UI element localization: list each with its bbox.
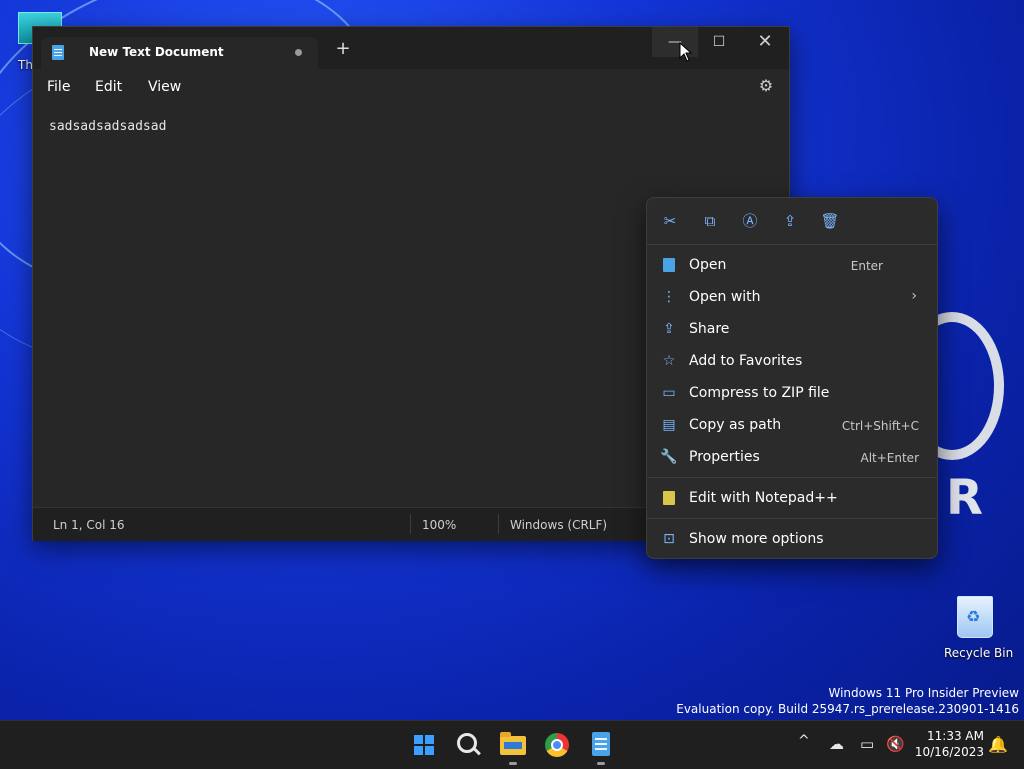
menu-item-label: Properties xyxy=(689,449,760,465)
open-with-icon: ⋮ xyxy=(662,289,676,305)
menu-item-shortcut: Ctrl+Shift+C xyxy=(841,419,919,433)
mouse-cursor-icon xyxy=(679,42,693,62)
new-tab-button[interactable]: + xyxy=(333,39,353,59)
settings-gear-icon[interactable]: ⚙ xyxy=(757,77,775,95)
star-icon: ☆ xyxy=(662,353,676,369)
delete-icon[interactable]: 🗑 xyxy=(819,210,841,232)
menu-item-label: Show more options xyxy=(689,531,824,547)
title-bar[interactable]: New Text Document + — ☐ ✕ xyxy=(33,27,789,69)
menu-item-label: Edit with Notepad++ xyxy=(689,490,838,506)
context-menu: ✂ ⧉ Ⓐ ⇪ 🗑 Open Enter ⋮ Open with › ⇪ Sha… xyxy=(646,197,938,559)
wrench-icon: 🔧 xyxy=(660,449,678,465)
wallpaper-logo-letter: R xyxy=(946,470,983,526)
menu-separator xyxy=(647,518,937,519)
notification-bell-icon[interactable]: 🔔 xyxy=(988,735,1008,754)
taskbar: ^ ☁ ▭ 🔇 11:33 AM 10/16/2023 🔔 xyxy=(0,720,1024,769)
menu-item-share[interactable]: ⇪ Share xyxy=(651,314,933,344)
file-explorer-button[interactable] xyxy=(497,729,529,765)
menu-edit[interactable]: Edit xyxy=(95,79,122,95)
tab-title: New Text Document xyxy=(89,45,224,59)
rename-icon[interactable]: Ⓐ xyxy=(739,210,761,232)
more-options-icon: ⊡ xyxy=(663,531,675,547)
status-divider xyxy=(410,514,411,534)
tray-chevron-icon[interactable]: ^ xyxy=(798,733,810,749)
start-button[interactable] xyxy=(408,729,440,761)
desktop-icon-label: Th xyxy=(18,58,33,72)
clock-time: 11:33 AM xyxy=(927,729,984,743)
recycle-bin[interactable]: ♻ Recycle Bin xyxy=(944,596,1014,660)
search-button[interactable] xyxy=(452,729,484,761)
notepad-taskbar-button[interactable] xyxy=(585,729,617,765)
windows-logo-icon xyxy=(414,735,434,755)
share-icon: ⇪ xyxy=(663,321,675,337)
menu-separator xyxy=(647,244,937,245)
menu-item-open-with[interactable]: ⋮ Open with › xyxy=(651,282,933,312)
menu-item-label: Open with xyxy=(689,289,761,305)
menu-item-label: Compress to ZIP file xyxy=(689,385,830,401)
menu-item-edit-notepad-plus[interactable]: Edit with Notepad++ xyxy=(651,483,933,513)
unsaved-dot-icon[interactable] xyxy=(295,49,302,56)
menu-bar: File Edit View ⚙ xyxy=(33,69,789,105)
menu-view[interactable]: View xyxy=(148,79,181,95)
close-button[interactable]: ✕ xyxy=(742,27,788,57)
menu-item-shortcut: Enter xyxy=(850,259,883,273)
notepad-icon xyxy=(52,45,64,60)
menu-item-add-to-favorites[interactable]: ☆ Add to Favorites xyxy=(651,346,933,376)
chrome-button[interactable] xyxy=(541,729,573,761)
maximize-button[interactable]: ☐ xyxy=(696,27,742,57)
copy-icon[interactable]: ⧉ xyxy=(699,210,721,232)
path-icon: ▤ xyxy=(662,417,676,433)
menu-item-label: Share xyxy=(689,321,730,337)
chrome-icon xyxy=(545,733,569,757)
status-divider xyxy=(498,514,499,534)
menu-file[interactable]: File xyxy=(47,79,70,95)
editor-content[interactable]: sadsadsadsadsad xyxy=(49,119,166,134)
submenu-chevron-icon: › xyxy=(911,288,917,304)
menu-item-label: Add to Favorites xyxy=(689,353,803,369)
document-tab[interactable]: New Text Document xyxy=(41,37,318,69)
zoom-level: 100% xyxy=(422,518,457,532)
menu-separator xyxy=(647,477,937,478)
cursor-position: Ln 1, Col 16 xyxy=(53,518,125,532)
menu-item-label: Open xyxy=(689,257,727,273)
windows-watermark: Windows 11 Pro Insider Preview Evaluatio… xyxy=(676,685,1019,717)
menu-item-compress-zip[interactable]: ▭ Compress to ZIP file xyxy=(651,378,933,408)
clock[interactable]: 11:33 AM 10/16/2023 xyxy=(912,728,984,760)
watermark-line: Windows 11 Pro Insider Preview xyxy=(828,686,1019,700)
folder-icon xyxy=(500,732,526,755)
watermark-line: Evaluation copy. Build 25947.rs_prerelea… xyxy=(676,702,1019,716)
clock-date: 10/16/2023 xyxy=(914,745,984,759)
menu-item-label: Copy as path xyxy=(689,417,782,433)
share-icon[interactable]: ⇪ xyxy=(779,210,801,232)
notepad-icon xyxy=(592,732,610,756)
menu-item-show-more-options[interactable]: ⊡ Show more options xyxy=(651,524,933,554)
cut-icon[interactable]: ✂ xyxy=(659,210,681,232)
menu-item-properties[interactable]: 🔧 Properties Alt+Enter xyxy=(651,442,933,472)
notepad-plus-icon xyxy=(663,491,675,505)
recycle-bin-label: Recycle Bin xyxy=(944,646,1014,660)
menu-item-shortcut: Alt+Enter xyxy=(860,451,919,465)
menu-item-open[interactable]: Open Enter xyxy=(651,250,933,280)
running-indicator xyxy=(509,762,517,765)
volume-muted-icon[interactable]: 🔇 xyxy=(886,735,905,753)
zip-folder-icon: ▭ xyxy=(662,385,676,401)
running-indicator xyxy=(597,762,605,765)
onedrive-icon[interactable]: ☁ xyxy=(829,735,844,753)
network-icon[interactable]: ▭ xyxy=(860,735,874,753)
context-menu-toolbar: ✂ ⧉ Ⓐ ⇪ 🗑 xyxy=(647,198,937,244)
line-ending: Windows (CRLF) xyxy=(510,518,608,532)
recycle-bin-icon: ♻ xyxy=(957,596,993,638)
menu-item-copy-as-path[interactable]: ▤ Copy as path Ctrl+Shift+C xyxy=(651,410,933,440)
search-icon xyxy=(457,733,477,753)
notepad-icon xyxy=(663,258,675,272)
